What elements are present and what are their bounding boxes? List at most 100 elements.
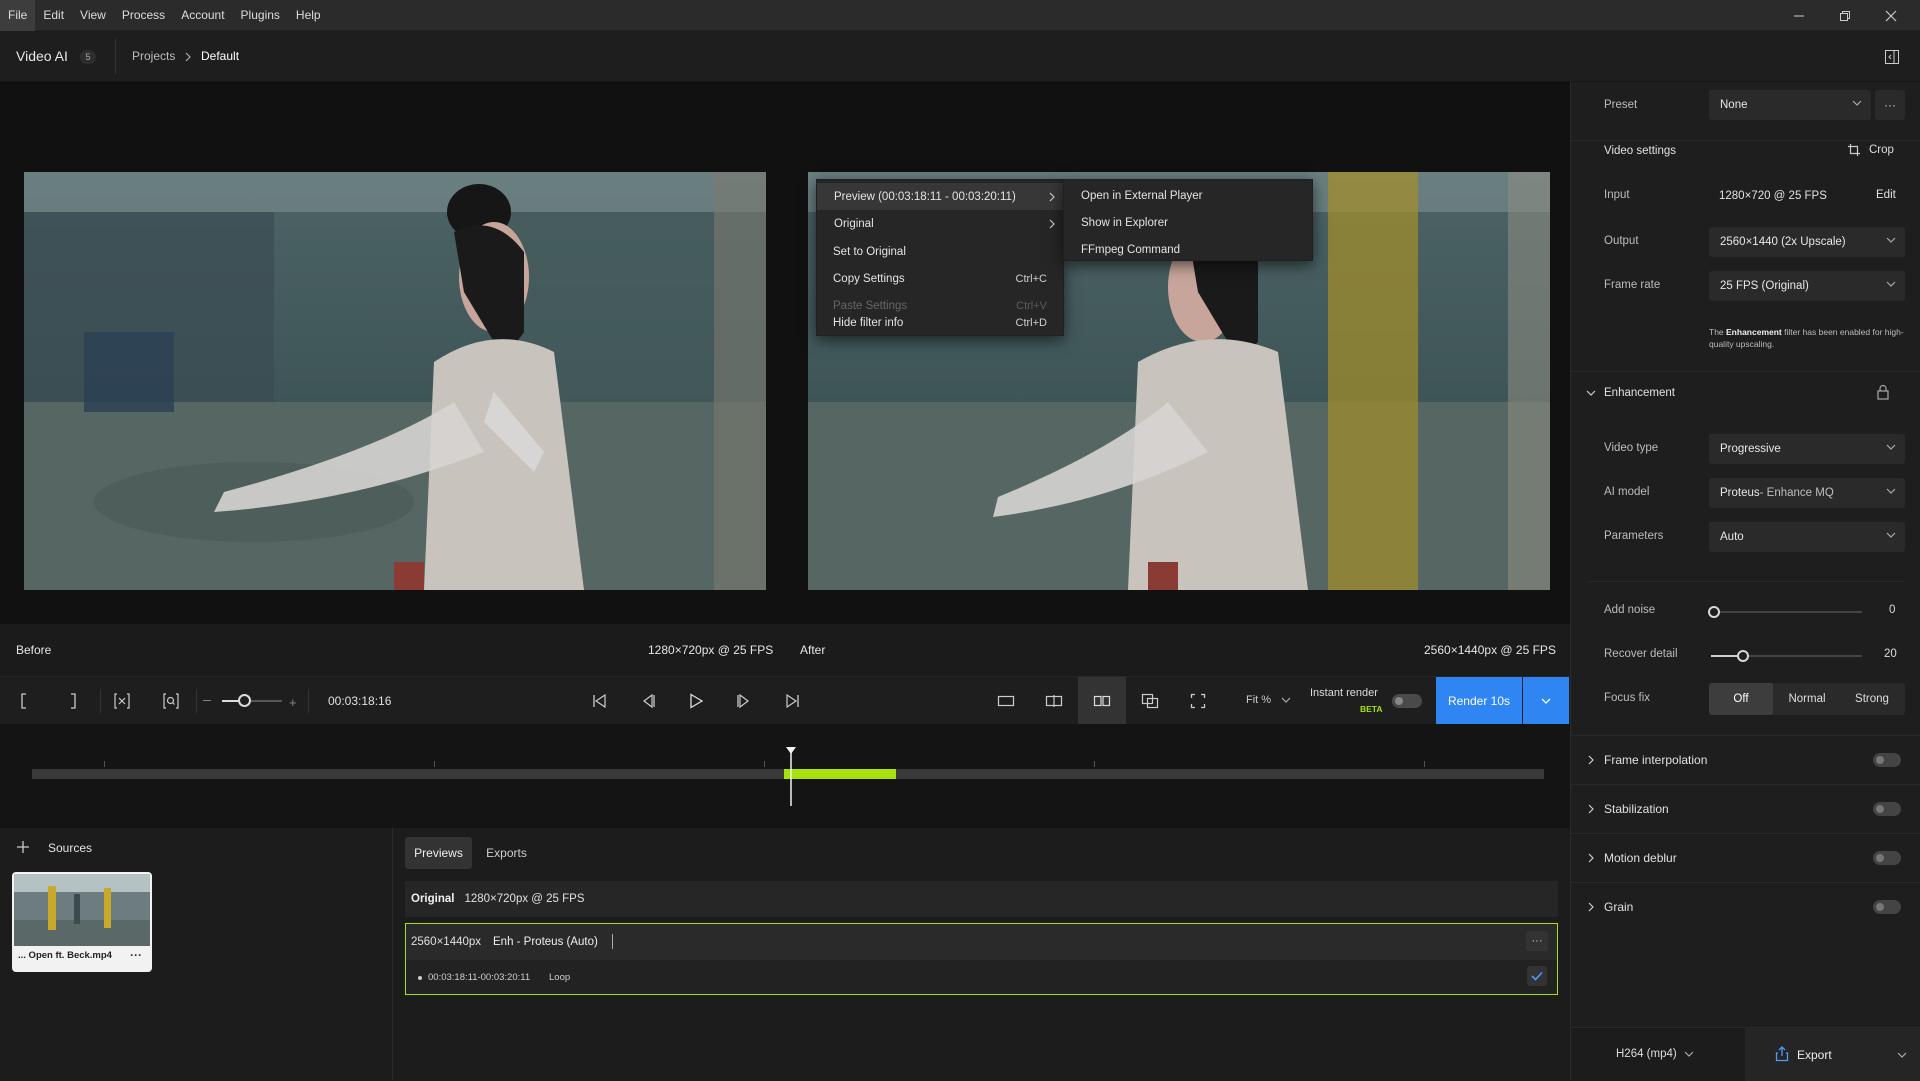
video-type-dropdown[interactable]: Progressive [1709, 434, 1905, 464]
minimize-button[interactable] [1776, 0, 1822, 31]
view-compare-button[interactable] [1128, 677, 1172, 725]
recover-detail-value: 20 [1884, 648, 1897, 660]
render-button[interactable]: Render 10s [1436, 677, 1522, 725]
go-to-end-button[interactable] [770, 677, 814, 725]
before-frame[interactable] [24, 172, 766, 590]
preset-label: Preset [1604, 99, 1638, 111]
clear-range-icon [114, 693, 130, 709]
plus-icon [17, 841, 29, 853]
preset-dropdown[interactable]: None [1709, 90, 1871, 120]
preview-item-loop[interactable]: Loop [549, 972, 570, 983]
menu-edit[interactable]: Edit [35, 0, 72, 31]
preview-item[interactable]: 2560×1440px Enh - Proteus (Auto) ··· 00:… [405, 923, 1558, 995]
section-grain[interactable]: Grain [1571, 882, 1920, 930]
menu-plugins[interactable]: Plugins [233, 0, 288, 31]
stabilization-toggle[interactable] [1873, 801, 1901, 816]
playhead-marker-icon [785, 747, 796, 806]
add-source-button[interactable] [12, 836, 34, 858]
zoom-fit-dropdown[interactable]: Fit % [1246, 694, 1291, 706]
prev-frame-button[interactable] [626, 677, 670, 725]
play-button[interactable] [674, 677, 718, 725]
framerate-dropdown[interactable]: 25 FPS (Original) [1709, 271, 1905, 301]
go-to-start-button[interactable] [578, 677, 622, 725]
submenu-ffmpeg-command[interactable]: FFmpeg Command [1064, 236, 1312, 263]
tab-previews[interactable]: Previews [405, 837, 472, 869]
focus-fix-segmented: Off Normal Strong [1709, 683, 1905, 715]
preview-item-more-icon[interactable]: ··· [1526, 931, 1548, 951]
source-card[interactable]: ... Open ft. Beck.mp4 ··· [12, 872, 152, 972]
frame-interpolation-toggle[interactable] [1873, 752, 1901, 767]
panel-toggle-icon[interactable] [1880, 45, 1904, 69]
menu-item-copy-settings[interactable]: Copy Settings Ctrl+C [817, 265, 1063, 292]
grain-toggle[interactable] [1873, 899, 1901, 914]
input-edit-button[interactable]: Edit [1876, 189, 1896, 201]
menu-item-set-to-original[interactable]: Set to Original [817, 238, 1063, 265]
section-stabilization[interactable]: Stabilization [1571, 784, 1920, 832]
preset-more-icon[interactable]: ··· [1875, 90, 1905, 120]
timeline[interactable] [0, 724, 1570, 828]
fullscreen-button[interactable] [1176, 677, 1220, 725]
video-viewer[interactable]: Preview (00:03:18:11 - 00:03:20:11) Orig… [0, 82, 1570, 624]
source-more-icon[interactable]: ··· [130, 948, 142, 962]
motion-deblur-toggle[interactable] [1873, 850, 1901, 865]
clear-range-button[interactable] [100, 677, 144, 725]
output-dropdown[interactable]: 2560×1440 (2x Upscale) [1709, 227, 1905, 257]
render-options-button[interactable] [1523, 677, 1569, 725]
next-frame-button[interactable] [722, 677, 766, 725]
focus-fix-normal[interactable]: Normal [1775, 683, 1839, 715]
export-button[interactable]: Export [1745, 1028, 1920, 1081]
chevron-down-icon [1541, 698, 1551, 704]
restore-button[interactable] [1822, 0, 1868, 31]
menu-help[interactable]: Help [288, 0, 329, 31]
menu-item-preview[interactable]: Preview (00:03:18:11 - 00:03:20:11) [817, 183, 1063, 210]
breadcrumb-projects[interactable]: Projects [132, 49, 175, 63]
focus-fix-strong[interactable]: Strong [1839, 683, 1905, 715]
close-window-button[interactable] [1868, 0, 1914, 31]
mark-out-button[interactable] [51, 677, 95, 725]
zoom-out-icon[interactable] [203, 700, 211, 701]
video-type-label: Video type [1604, 442, 1659, 454]
view-split-button[interactable] [1032, 677, 1076, 725]
menu-item-hide-filter-info[interactable]: Hide filter info Ctrl+D [817, 309, 1063, 336]
submenu-open-external[interactable]: Open in External Player [1064, 182, 1312, 209]
zoom-fit-range-button[interactable] [149, 677, 193, 725]
menu-item-set-to-original-label: Set to Original [833, 245, 906, 258]
preview-item-check[interactable] [1527, 966, 1547, 986]
codec-dropdown[interactable]: H264 (mp4) [1616, 1048, 1694, 1060]
mark-in-button[interactable] [2, 677, 46, 725]
menu-file[interactable]: File [0, 0, 36, 31]
ai-model-dropdown[interactable]: Proteus - Enhance MQ [1709, 478, 1905, 508]
crop-button[interactable]: Crop [1847, 143, 1894, 157]
section-motion-deblur[interactable]: Motion deblur [1571, 833, 1920, 881]
tab-exports[interactable]: Exports [473, 837, 540, 869]
menu-item-original[interactable]: Original [817, 210, 1063, 237]
focus-fix-off[interactable]: Off [1709, 683, 1773, 715]
divider [1571, 140, 1920, 141]
add-noise-slider[interactable] [1711, 611, 1862, 613]
lock-icon[interactable] [1876, 384, 1890, 400]
add-noise-thumb[interactable] [1708, 606, 1720, 618]
view-single-button[interactable] [984, 677, 1028, 725]
zoom-in-icon[interactable]: + [289, 695, 297, 710]
playhead[interactable] [785, 746, 797, 806]
instant-render-toggle[interactable] [1392, 694, 1422, 708]
menu-account[interactable]: Account [173, 0, 232, 31]
video-type-value: Progressive [1720, 443, 1781, 455]
timecode: 00:03:18:16 [328, 694, 392, 708]
preview-range-bar[interactable] [784, 769, 896, 779]
side-by-side-icon [1093, 695, 1111, 707]
view-side-by-side-button[interactable] [1078, 677, 1126, 725]
menu-process[interactable]: Process [114, 0, 173, 31]
submenu-show-in-explorer[interactable]: Show in Explorer [1064, 209, 1312, 236]
section-frame-interpolation[interactable]: Frame interpolation [1571, 735, 1920, 783]
submenu-chevron-icon [1049, 192, 1055, 202]
parameters-dropdown[interactable]: Auto [1709, 522, 1905, 552]
crop-icon [1848, 144, 1860, 156]
add-noise-value: 0 [1889, 604, 1896, 616]
recover-detail-thumb[interactable] [1737, 650, 1749, 662]
zoom-slider-thumb[interactable] [238, 694, 251, 707]
chevron-down-icon[interactable] [1586, 390, 1596, 396]
enhancement-title[interactable]: Enhancement [1604, 387, 1675, 399]
menu-view[interactable]: View [72, 0, 114, 31]
original-row[interactable]: Original 1280×720px @ 25 FPS [405, 881, 1558, 917]
